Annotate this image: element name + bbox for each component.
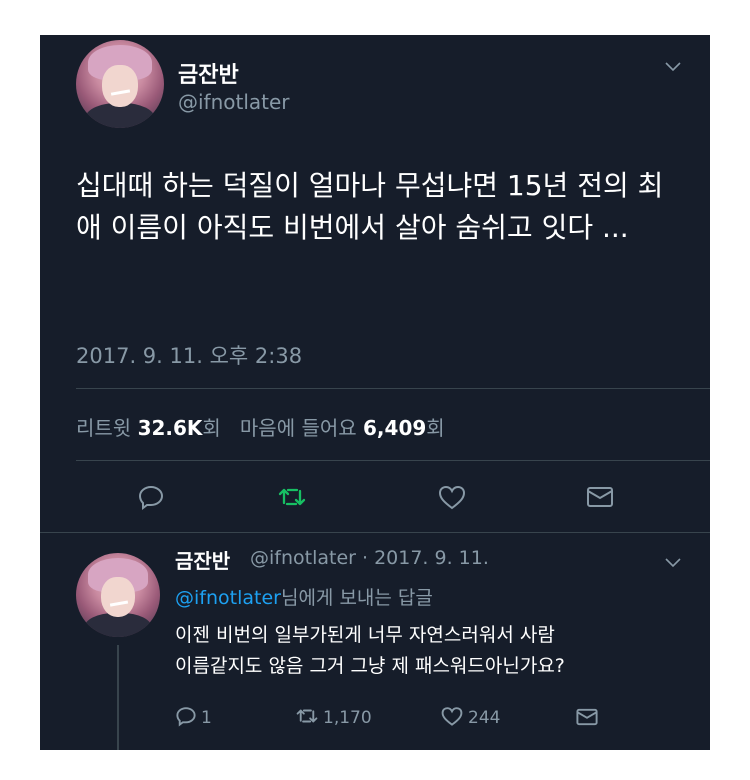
- replying-to-suffix: 님에게 보내는 답글: [280, 587, 433, 609]
- likes-suffix: 회: [426, 416, 445, 440]
- retweets-label: 리트윗: [76, 416, 132, 440]
- like-button[interactable]: [437, 483, 467, 515]
- retweet-count: 1,170: [323, 708, 372, 728]
- replying-to: @ifnotlater님에게 보내는 답글: [175, 583, 433, 610]
- divider: [40, 532, 710, 533]
- reply-reply-button[interactable]: 1: [175, 705, 212, 731]
- tweet-stats: 리트윗 32.6K회 마음에 들어요 6,409회: [76, 412, 445, 441]
- reply-text: 이젠 비번의 일부가된게 너무 자연스러워서 사람 이름같지도 않음 그거 그냥…: [175, 620, 695, 682]
- retweet-button[interactable]: [277, 483, 307, 515]
- user-handle[interactable]: @ifnotlater: [178, 90, 290, 114]
- message-button[interactable]: [585, 485, 615, 513]
- reply-text-line: 이름같지도 않음 그거 그냥 제 패스워드아닌가요?: [175, 655, 565, 677]
- reply-text-line: 이젠 비번의 일부가된게 너무 자연스러워서 사람: [175, 624, 555, 646]
- display-name[interactable]: 금잔반: [178, 57, 239, 89]
- likes-count[interactable]: 6,409: [363, 416, 426, 440]
- envelope-icon: [575, 707, 599, 731]
- comment-icon: [175, 705, 197, 731]
- replying-to-link[interactable]: @ifnotlater: [175, 587, 281, 609]
- reply-handle-date[interactable]: @ifnotlater · 2017. 9. 11.: [250, 547, 489, 569]
- tweet-timestamp[interactable]: 2017. 9. 11. 오후 2:38: [76, 340, 302, 370]
- heart-icon: [440, 705, 464, 731]
- envelope-icon: [585, 485, 615, 513]
- reply-like-button[interactable]: 244: [440, 705, 500, 731]
- reply-avatar[interactable]: [76, 553, 160, 637]
- chevron-down-icon[interactable]: [665, 553, 681, 572]
- chevron-down-icon[interactable]: [665, 57, 681, 76]
- avatar[interactable]: [76, 40, 164, 128]
- retweet-icon: [277, 483, 307, 515]
- comment-icon: [137, 483, 165, 515]
- reply-count: 1: [201, 708, 212, 728]
- tweet-card: 금잔반 @ifnotlater 십대때 하는 덕질이 얼마나 무섭냐면 15년 …: [40, 35, 710, 750]
- retweets-suffix: 회: [202, 416, 221, 440]
- divider: [76, 388, 710, 389]
- reply-button[interactable]: [137, 483, 165, 515]
- retweet-icon: [295, 705, 319, 731]
- thread-line: [117, 645, 119, 750]
- divider: [76, 460, 710, 461]
- heart-icon: [437, 483, 467, 515]
- retweets-count[interactable]: 32.6K: [138, 416, 203, 440]
- tweet-text: 십대때 하는 덕질이 얼마나 무섭냐면 15년 전의 최애 이름이 아직도 비번…: [76, 169, 664, 244]
- reply-retweet-button[interactable]: 1,170: [295, 705, 372, 731]
- likes-label: 마음에 들어요: [239, 416, 357, 440]
- like-count: 244: [468, 708, 501, 728]
- reply-message-button[interactable]: [575, 707, 599, 731]
- reply-display-name[interactable]: 금잔반: [175, 545, 230, 574]
